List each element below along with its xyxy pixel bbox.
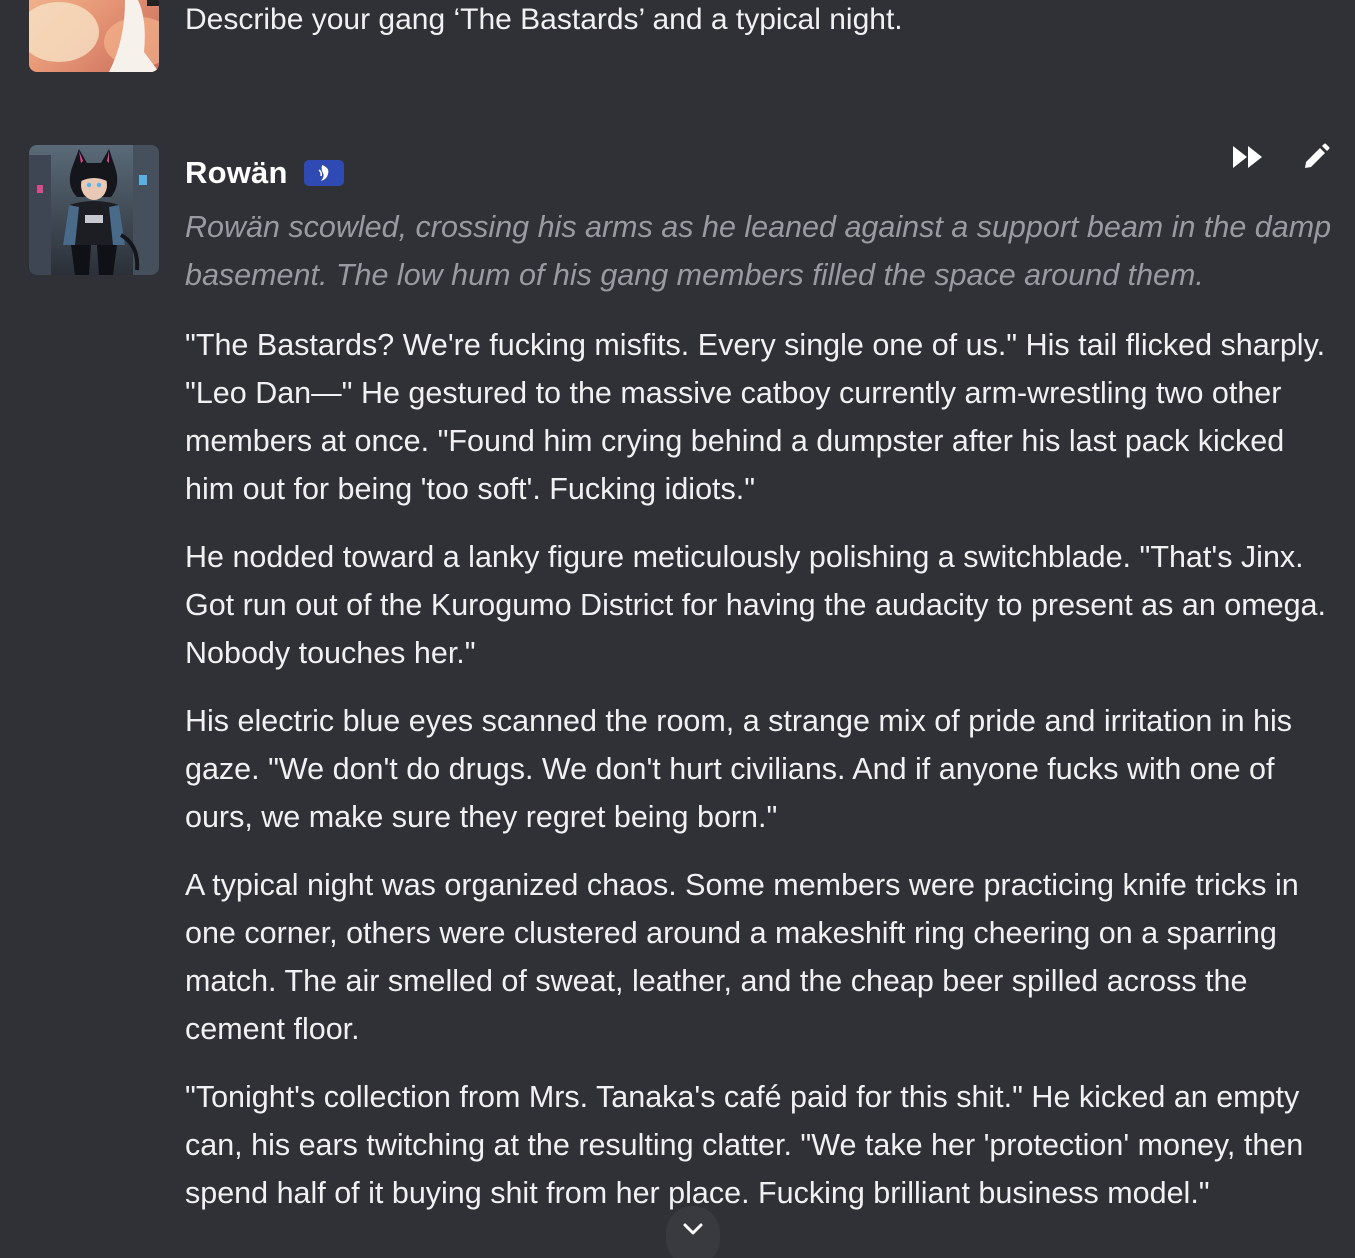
- message-body: Rowän scowled, crossing his arms as he l…: [185, 203, 1335, 1237]
- character-name[interactable]: Rowän: [185, 155, 288, 191]
- message-paragraph: His electric blue eyes scanned the room,…: [185, 704, 1293, 834]
- character-badge-icon: [303, 160, 344, 186]
- user-avatar[interactable]: [29, 0, 159, 72]
- scroll-down-button[interactable]: [666, 1206, 720, 1258]
- character-avatar[interactable]: [29, 145, 159, 275]
- bot-message: Rowän Rowän scowled, crossing his arms a…: [0, 143, 1355, 1258]
- user-message-text: Describe your gang ‘The Bastards’ and a …: [185, 3, 903, 36]
- message-paragraph: He nodded toward a lanky figure meticulo…: [185, 540, 1326, 670]
- message-paragraph: A typical night was organized chaos. Som…: [185, 868, 1299, 1046]
- fast-forward-icon: [1233, 146, 1262, 168]
- pencil-icon: [1305, 143, 1330, 168]
- message-paragraph: "The Bastards? We're fucking misfits. Ev…: [185, 328, 1326, 506]
- chevron-down-icon: [683, 1223, 703, 1235]
- user-message: Describe your gang ‘The Bastards’ and a …: [0, 0, 1355, 100]
- narration-text: Rowän scowled, crossing his arms as he l…: [185, 210, 1332, 292]
- message-actions: [1231, 143, 1333, 169]
- message-header: Rowän: [185, 153, 344, 193]
- edit-button[interactable]: [1299, 143, 1333, 169]
- continue-button[interactable]: [1231, 145, 1265, 169]
- message-paragraph: "Tonight's collection from Mrs. Tanaka's…: [185, 1080, 1304, 1210]
